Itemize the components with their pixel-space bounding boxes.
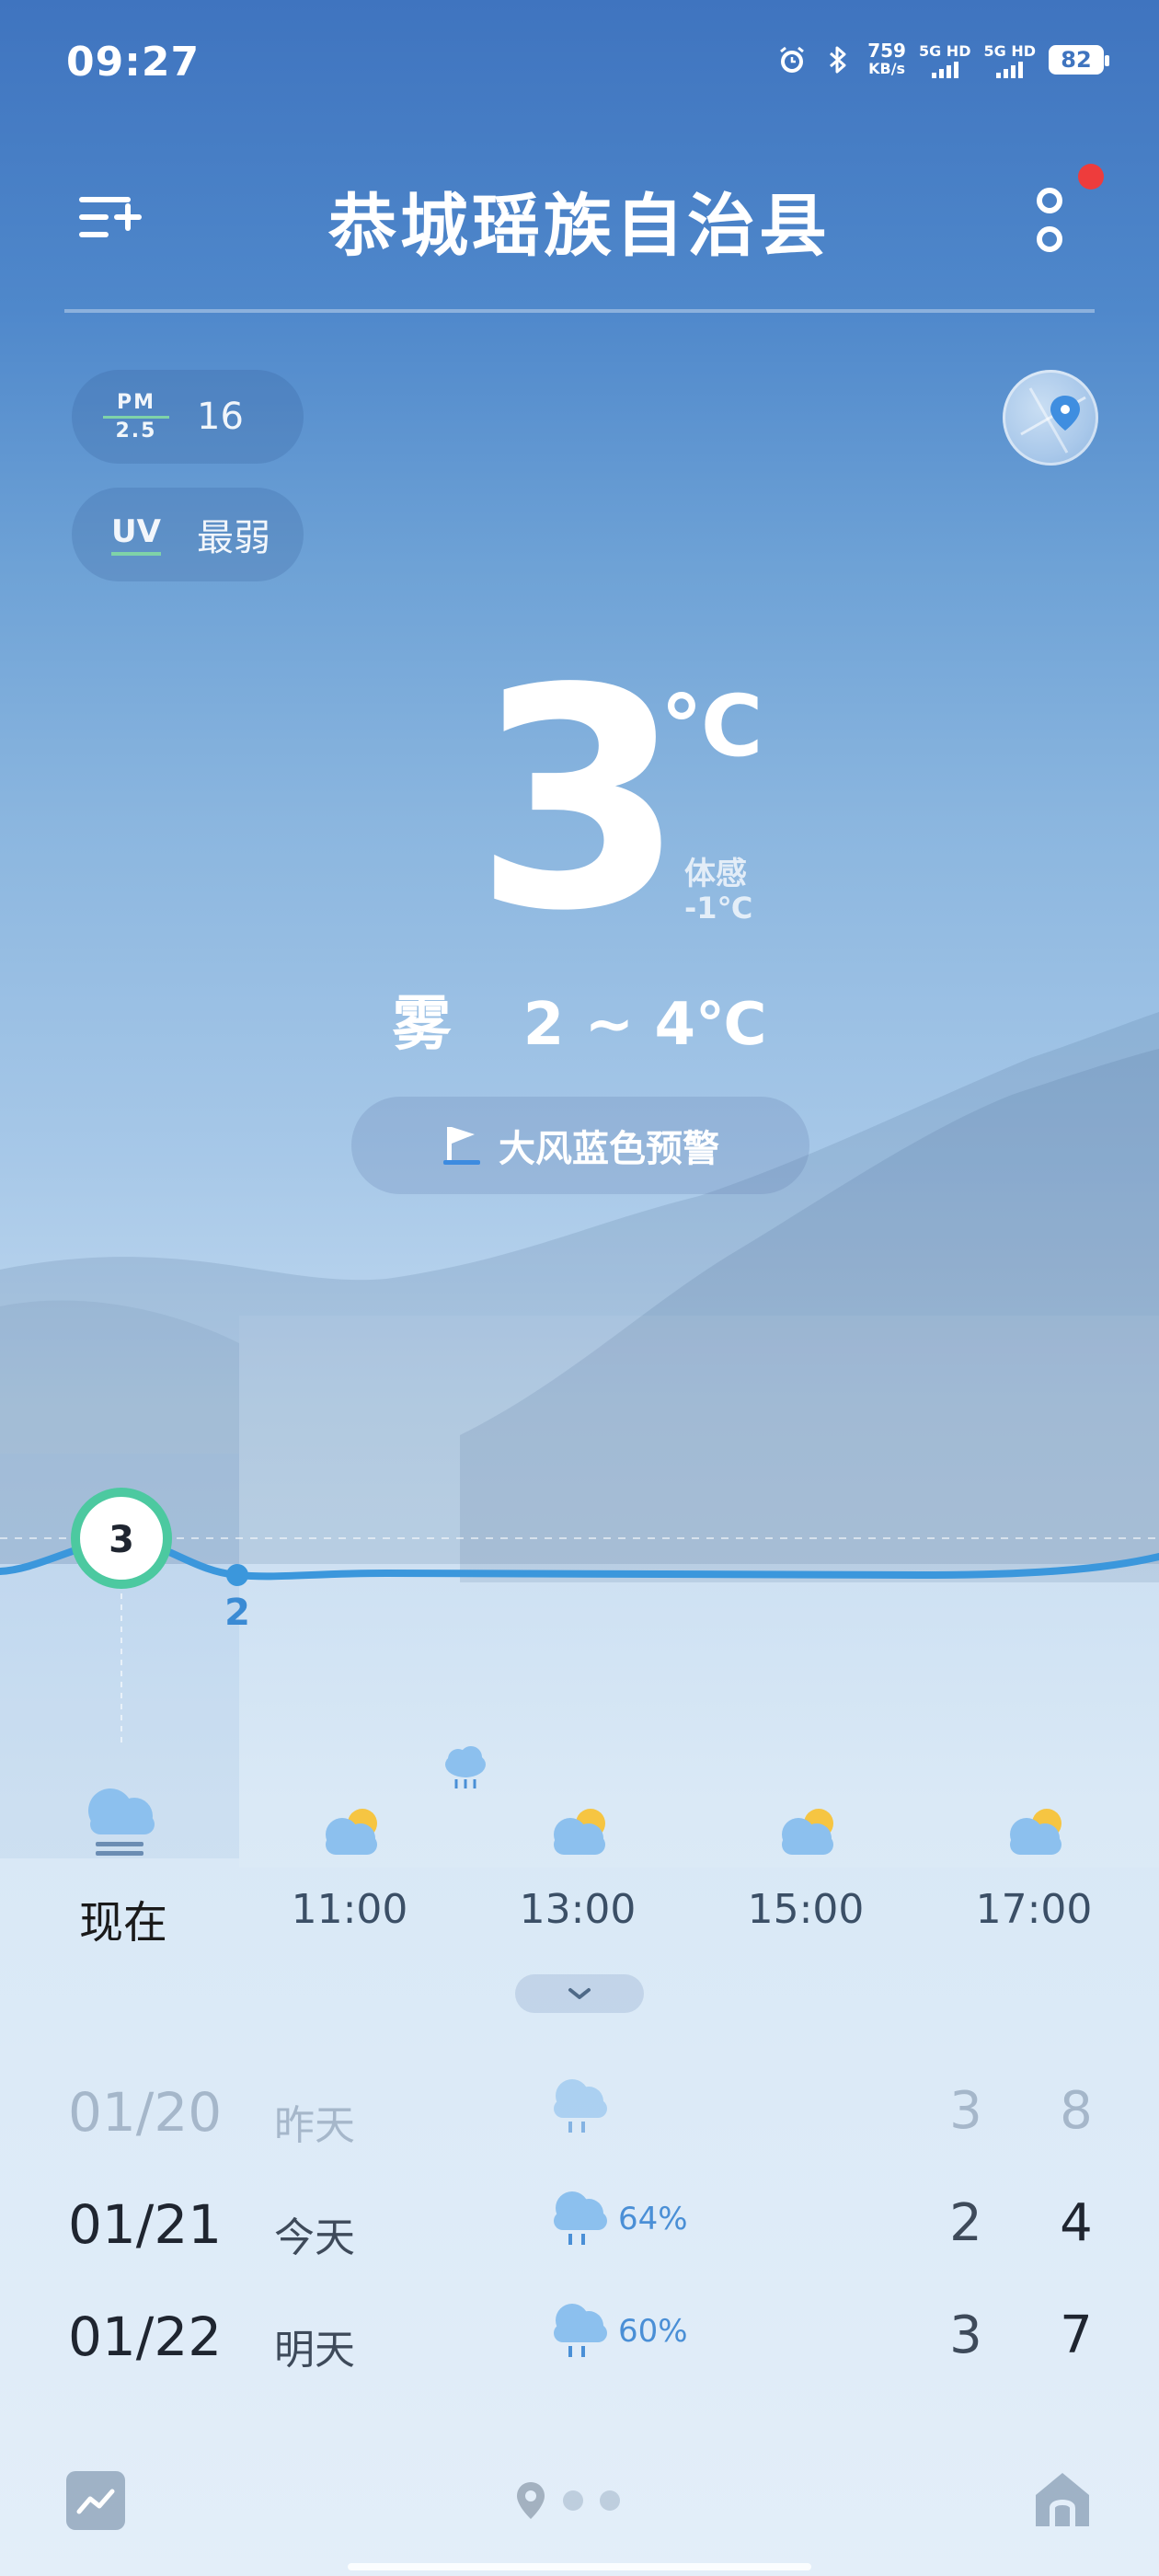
day-low-temp: 3 [949, 2306, 982, 2365]
temperature-range: 2 ~ 4℃ [522, 991, 767, 1059]
condition-summary: 雾 2 ~ 4℃ [0, 977, 1159, 1062]
home-icon [1036, 2473, 1089, 2526]
day-low-temp: 3 [949, 2081, 982, 2141]
expand-forecast-button[interactable] [515, 1974, 644, 2013]
signal-bars-icon [996, 61, 1024, 78]
hour-label: 11:00 [291, 1886, 408, 1933]
hour-label: 15:00 [747, 1886, 865, 1933]
pm25-value: 16 [197, 396, 244, 438]
status-time: 09:27 [66, 39, 201, 86]
precip-probability: 60% [618, 2313, 688, 2350]
notification-dot [1078, 164, 1104, 190]
partly-cloudy-icon [1010, 1809, 1061, 1855]
uv-pill[interactable]: UV 最弱 [72, 488, 304, 581]
location-map-button[interactable] [1003, 370, 1098, 466]
header-divider [64, 309, 1095, 313]
pm25-label: PM 2.5 [103, 392, 169, 442]
daily-row[interactable]: 01/22 明天 60% 3 7 [0, 2304, 1159, 2407]
hour-label-now: 现在 [78, 1897, 167, 1949]
uv-label: UV [111, 513, 161, 556]
partly-cloudy-icon [782, 1809, 833, 1855]
alert-text: 大风蓝色预警 [499, 1128, 719, 1170]
precip-probability: 64% [618, 2201, 688, 2237]
now-point-label: 3 [109, 1519, 134, 1561]
partly-cloudy-icon [554, 1809, 605, 1855]
hourly-temperature-chart: 2 3 [0, 1454, 1159, 1858]
rain-cloud-icon [554, 2079, 607, 2133]
page-dot [563, 2490, 583, 2511]
alarm-icon [780, 46, 805, 73]
uv-value: 最弱 [197, 517, 270, 559]
city-page-indicator[interactable] [515, 2480, 620, 2521]
daily-row[interactable]: 01/20 昨天 3 8 [0, 2079, 1159, 2182]
network-speed: 759 KB/s [867, 40, 906, 77]
day-high-temp: 7 [1060, 2306, 1093, 2365]
partly-cloudy-icon [326, 1809, 377, 1855]
status-icons: 759 KB/s 5G HD 5G HD 82 [775, 37, 1109, 83]
daily-row[interactable]: 01/21 今天 64% 2 4 [0, 2191, 1159, 2294]
rain-cloud-icon [554, 2191, 607, 2245]
day-name: 今天 [274, 2214, 355, 2261]
feels-like-label: 体感 [684, 856, 747, 892]
point-11 [226, 1564, 248, 1586]
bluetooth-icon [830, 46, 846, 74]
home-button[interactable] [1032, 2469, 1093, 2530]
feels-like-value: -1℃ [684, 891, 753, 926]
weather-alert-pill[interactable]: 大风蓝色预警 [351, 1097, 809, 1194]
current-temperature: 3 [474, 624, 685, 977]
point-label-11: 2 [224, 1592, 250, 1634]
location-pin-icon [517, 2482, 545, 2519]
day-high-temp: 8 [1060, 2081, 1093, 2141]
city-title: 恭城瑶族自治县 [328, 187, 831, 266]
trend-chart-icon [76, 2489, 115, 2514]
rain-cloud-icon [554, 2304, 607, 2357]
battery-indicator: 82 [1049, 45, 1109, 75]
day-date: 01/21 [68, 2193, 223, 2256]
pm25-pill[interactable]: PM 2.5 16 [72, 370, 304, 464]
condition-text: 雾 [392, 991, 452, 1059]
day-name: 明天 [274, 2327, 355, 2374]
signal-sim2: 5G HD [983, 42, 1036, 78]
day-name: 昨天 [274, 2102, 355, 2149]
rain-cloud-icon [445, 1746, 486, 1788]
temperature-unit: ℃ [660, 677, 763, 776]
signal-bars-icon [931, 61, 958, 78]
gesture-navigation-bar[interactable] [348, 2563, 811, 2570]
trend-button[interactable] [66, 2471, 125, 2530]
alert-flag-icon [443, 1127, 480, 1165]
page-dot [600, 2490, 620, 2511]
day-high-temp: 4 [1060, 2193, 1093, 2253]
more-options-icon[interactable] [1028, 184, 1071, 258]
map-pin-icon [1020, 387, 1086, 454]
hour-label: 13:00 [519, 1886, 637, 1933]
day-date: 01/22 [68, 2306, 223, 2368]
day-date: 01/20 [68, 2081, 223, 2144]
chevron-down-icon [568, 1988, 591, 1999]
hour-label: 17:00 [975, 1886, 1093, 1933]
day-low-temp: 2 [949, 2193, 982, 2253]
signal-sim1: 5G HD [919, 42, 970, 78]
